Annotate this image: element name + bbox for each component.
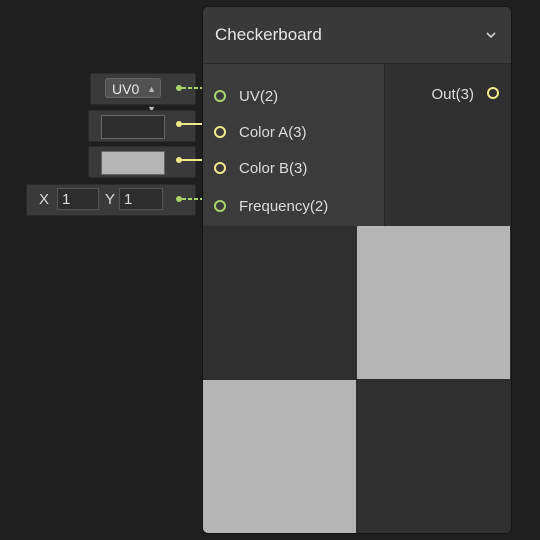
frequency-port-icon[interactable]: [214, 200, 226, 212]
checkerboard-preview: [203, 226, 511, 533]
uv-port-label: UV(2): [239, 88, 279, 105]
preview-cell-top-left: [203, 226, 356, 379]
preview-cell-bottom-left: [203, 380, 356, 533]
ports-section: UV(2) Color A(3) Color B(3) Frequency(2)…: [203, 64, 511, 226]
preview-cell-bottom-right: [357, 380, 510, 533]
out-port-label: Out(3): [431, 86, 474, 103]
input-port-color-a[interactable]: Color A(3): [203, 120, 384, 144]
input-port-uv[interactable]: UV(2): [203, 84, 384, 108]
output-ports: Out(3): [385, 64, 511, 226]
color-a-port-icon[interactable]: [214, 126, 226, 138]
frequency-y-input[interactable]: 1: [119, 188, 163, 210]
input-port-color-b[interactable]: Color B(3): [203, 156, 384, 180]
input-ports: UV(2) Color A(3) Color B(3) Frequency(2): [203, 64, 384, 226]
frequency-x-label: X: [39, 191, 50, 208]
color-b-port-label: Color B(3): [239, 160, 308, 177]
checkerboard-node[interactable]: Checkerboard UV(2) Color A(3) Color B(3)…: [202, 6, 512, 534]
input-port-frequency[interactable]: Frequency(2): [203, 194, 384, 218]
preview-cell-top-right: [357, 226, 510, 379]
frequency-port-label: Frequency(2): [239, 198, 329, 215]
node-header[interactable]: Checkerboard: [203, 7, 511, 64]
frequency-y-label: Y: [105, 191, 116, 208]
color-a-swatch[interactable]: [101, 115, 165, 139]
chevron-down-icon[interactable]: [483, 27, 499, 43]
color-b-swatch[interactable]: [101, 151, 165, 175]
frequency-field: X 1 Y 1: [26, 184, 196, 216]
color-b-port-icon[interactable]: [214, 162, 226, 174]
frequency-x-input[interactable]: 1: [57, 188, 99, 210]
uv-port-icon[interactable]: [214, 90, 226, 102]
out-port-icon[interactable]: [487, 87, 499, 99]
color-a-port-label: Color A(3): [239, 124, 307, 141]
uv-channel-dropdown[interactable]: UV0 ▲ ▼: [105, 78, 161, 114]
node-title: Checkerboard: [215, 25, 322, 44]
